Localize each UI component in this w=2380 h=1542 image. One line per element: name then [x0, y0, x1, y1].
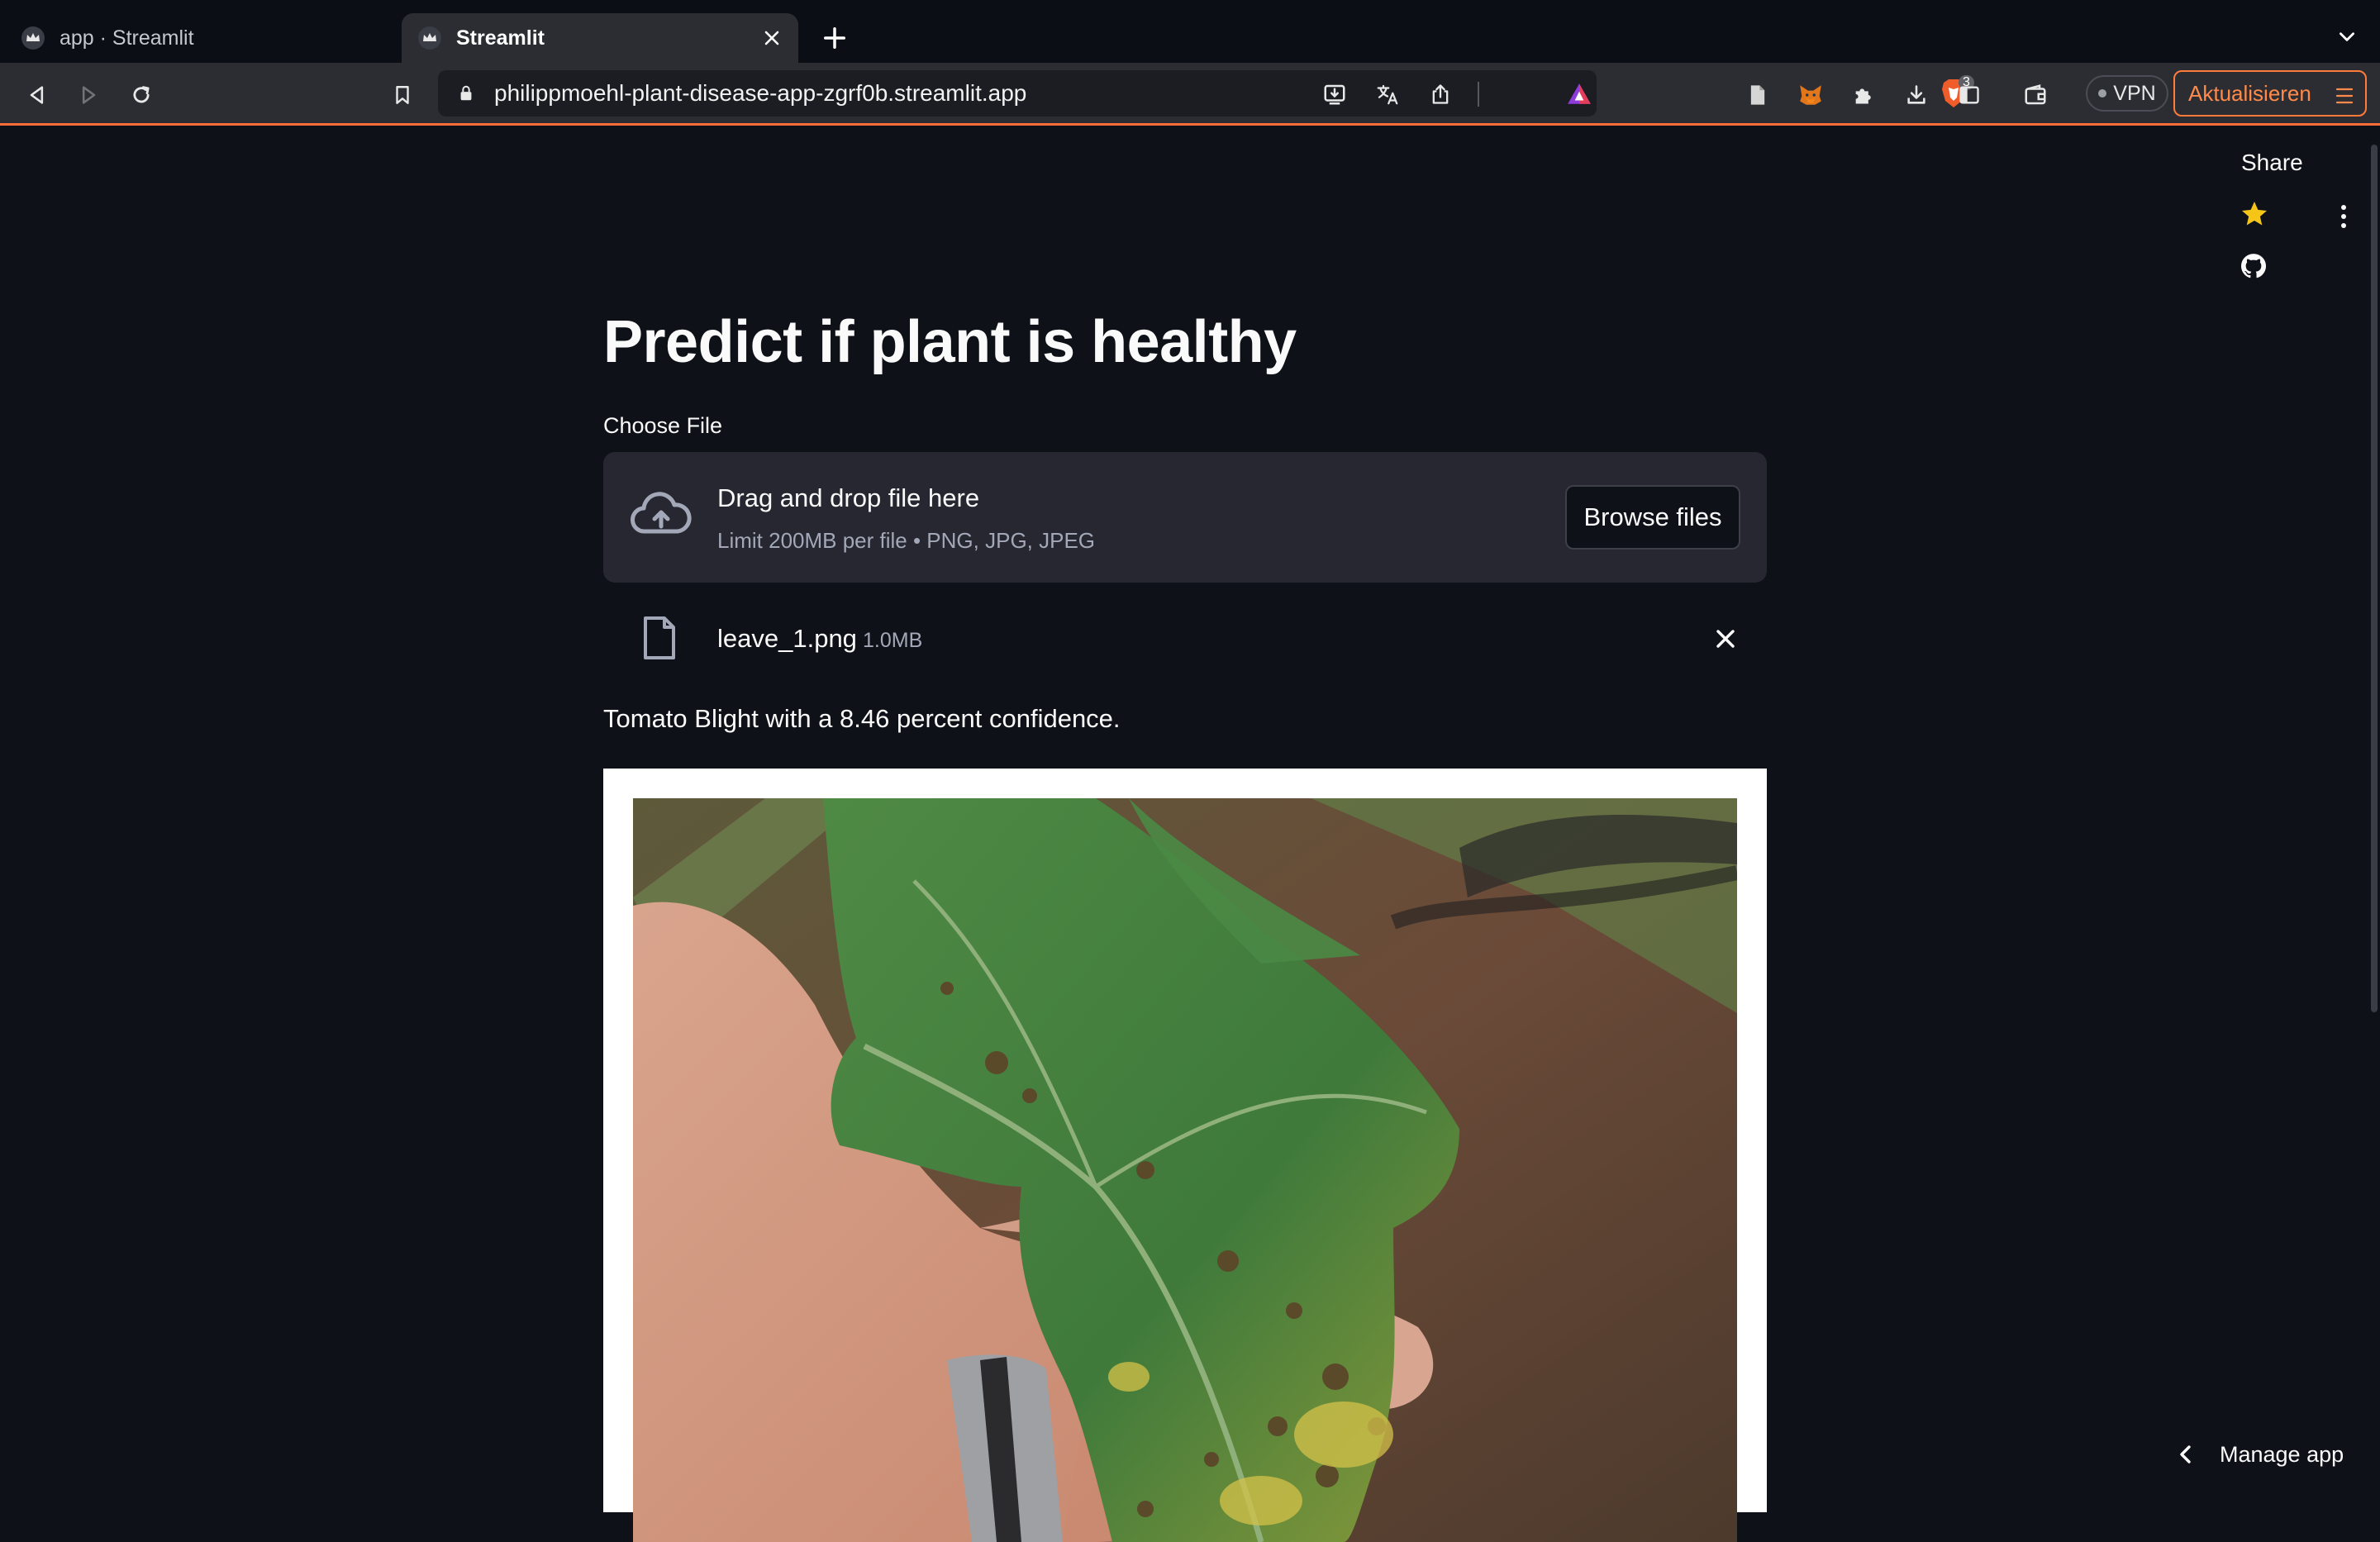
address-bar-divider [1478, 82, 1479, 107]
tab-title: app · Streamlit [60, 26, 194, 50]
install-app-icon[interactable] [1321, 80, 1349, 108]
metamask-fox-icon[interactable] [1795, 79, 1826, 111]
url-text[interactable]: philippmoehl-plant-disease-app-zgrf0b.st… [494, 80, 1026, 107]
uploaded-image-frame [603, 769, 1767, 1542]
browser-tab-bar: app · Streamlit Streamlit [0, 0, 2380, 63]
brave-rewards-triangle-icon[interactable] [1565, 80, 1593, 108]
dropzone-title: Drag and drop file here [717, 483, 980, 512]
bookmark-icon[interactable] [387, 79, 418, 111]
sidebar-toggle-icon[interactable] [1954, 79, 1985, 111]
cloud-upload-icon [630, 490, 693, 540]
close-tab-icon[interactable] [759, 25, 785, 51]
file-dropzone[interactable]: Drag and drop file here Limit 200MB per … [603, 452, 1767, 583]
tab-title: Streamlit [456, 26, 545, 50]
hamburger-menu-icon [2335, 85, 2354, 104]
tab-list-chevron-down-icon[interactable] [2334, 23, 2360, 50]
reader-mode-page-icon[interactable] [1742, 79, 1773, 111]
main-menu-kebab-icon[interactable] [2334, 202, 2354, 231]
vpn-label: VPN [2113, 81, 2156, 105]
wallet-icon[interactable] [2020, 79, 2051, 111]
update-button[interactable]: Aktualisieren [2173, 70, 2367, 117]
tab-streamlit[interactable]: Streamlit [402, 13, 798, 63]
share-upload-icon[interactable] [1426, 80, 1454, 108]
file-uploader-label: Choose File [603, 413, 723, 438]
lock-icon [456, 83, 476, 103]
uploaded-file-row: leave_1.png 1.0MB [603, 606, 1767, 672]
address-bar[interactable]: philippmoehl-plant-disease-app-zgrf0b.st… [438, 70, 1974, 117]
chevron-left-icon [2173, 1442, 2198, 1467]
streamlit-crown-icon [21, 26, 45, 50]
extensions-puzzle-icon[interactable] [1848, 79, 1879, 111]
back-arrow-icon[interactable] [21, 79, 53, 111]
github-icon[interactable] [2240, 252, 2268, 280]
reload-icon[interactable] [126, 79, 157, 111]
page-scrollbar[interactable] [2368, 128, 2380, 1487]
uploaded-file-size: 1.0MB [863, 629, 923, 652]
page-title: Predict if plant is healthy [603, 309, 1297, 375]
tab-app-streamlit[interactable]: app · Streamlit [0, 13, 397, 63]
update-label: Aktualisieren [2188, 80, 2311, 106]
share-link[interactable]: Share [2241, 150, 2303, 176]
file-icon [641, 616, 678, 660]
tomato-leaf-photo [633, 798, 1737, 1542]
manage-app-label: Manage app [2220, 1441, 2344, 1467]
remove-file-close-icon[interactable] [1709, 622, 1742, 655]
new-tab-plus-icon[interactable] [818, 21, 851, 55]
streamlit-crown-icon [418, 26, 441, 50]
uploaded-file-name: leave_1.png [717, 624, 857, 653]
manage-app-button[interactable]: Manage app [2173, 1434, 2344, 1475]
scrollbar-thumb[interactable] [2371, 145, 2378, 1012]
prediction-result-text: Tomato Blight with a 8.46 percent confid… [603, 704, 1121, 733]
translate-icon[interactable] [1373, 80, 1402, 108]
vpn-status-dot [2098, 89, 2107, 98]
star-icon[interactable] [2240, 199, 2269, 229]
streamlit-app-page: Share Predict if plant is healthy Choose… [0, 128, 2380, 1542]
downloads-icon[interactable] [1901, 79, 1932, 111]
browser-toolbar: philippmoehl-plant-disease-app-zgrf0b.st… [0, 63, 2380, 126]
browse-files-button[interactable]: Browse files [1565, 485, 1740, 550]
vpn-button[interactable]: VPN [2086, 75, 2168, 112]
dropzone-limits: Limit 200MB per file • PNG, JPG, JPEG [717, 528, 1096, 553]
forward-arrow-icon[interactable] [73, 79, 104, 111]
